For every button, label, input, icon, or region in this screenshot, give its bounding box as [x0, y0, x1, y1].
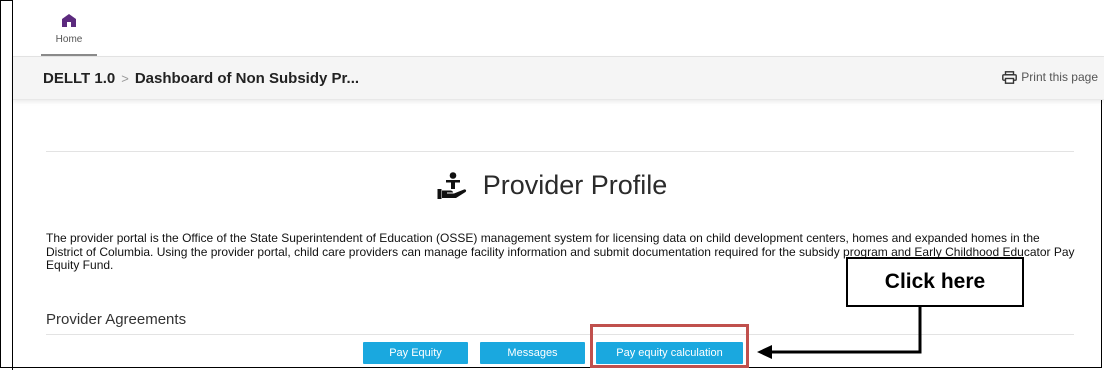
- callout-arrow: [757, 307, 922, 359]
- arrow-head-icon: [757, 345, 772, 359]
